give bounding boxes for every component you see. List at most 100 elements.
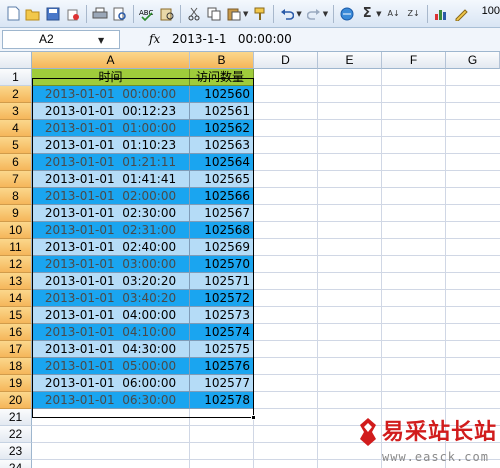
cut-icon[interactable] [185, 5, 203, 23]
time-cell[interactable]: 2013-01-01 01:10:23 [32, 137, 190, 154]
autosum-dropdown[interactable]: ▼ [376, 10, 381, 18]
row-header[interactable]: 5 [0, 137, 32, 154]
column-header-d[interactable]: D [254, 52, 318, 69]
visits-cell[interactable]: 102572 [190, 290, 254, 307]
row-header[interactable]: 12 [0, 256, 32, 273]
visits-cell[interactable]: 102564 [190, 154, 254, 171]
header-cell-visits[interactable]: 访问数量 [190, 69, 254, 86]
format-painter-icon[interactable] [251, 5, 269, 23]
visits-cell[interactable]: 102569 [190, 239, 254, 256]
row-header[interactable]: 23 [0, 443, 32, 460]
worksheet-grid[interactable]: ABDEFG 1 2 3 4 5 6 7 8 9 10 11 12 13 14 15 16 17 18 19 20 21… [0, 52, 500, 468]
row-header[interactable]: 1 [0, 69, 32, 86]
visits-cell[interactable]: 102561 [190, 103, 254, 120]
print-preview-icon[interactable] [111, 5, 129, 23]
hyperlink-icon[interactable] [338, 5, 356, 23]
time-cell[interactable]: 2013-01-01 04:30:00 [32, 341, 190, 358]
chart-wizard-icon[interactable] [432, 5, 450, 23]
visits-cell[interactable]: 102574 [190, 324, 254, 341]
row-header[interactable]: 3 [0, 103, 32, 120]
row-header[interactable]: 9 [0, 205, 32, 222]
new-icon[interactable] [4, 5, 22, 23]
drawing-icon[interactable] [452, 5, 470, 23]
time-cell[interactable]: 2013-01-01 04:00:00 [32, 307, 190, 324]
time-cell[interactable]: 2013-01-01 01:00:00 [32, 120, 190, 137]
time-cell[interactable]: 2013-01-01 04:10:00 [32, 324, 190, 341]
open-icon[interactable] [24, 5, 42, 23]
row-header[interactable]: 24 [0, 460, 32, 468]
visits-cell[interactable]: 102562 [190, 120, 254, 137]
visits-cell[interactable]: 102575 [190, 341, 254, 358]
column-header-f[interactable]: F [382, 52, 446, 69]
time-cell[interactable]: 2013-01-01 03:00:00 [32, 256, 190, 273]
redo-dropdown[interactable]: ▼ [323, 10, 328, 18]
time-cell[interactable]: 2013-01-01 02:00:00 [32, 188, 190, 205]
time-cell[interactable]: 2013-01-01 03:40:20 [32, 290, 190, 307]
visits-cell[interactable]: 102570 [190, 256, 254, 273]
zoom-box[interactable]: 100 [482, 5, 500, 17]
column-header-b[interactable]: B [190, 52, 254, 69]
sort-ascending-icon[interactable]: A↓ [385, 5, 403, 23]
insert-function-icon[interactable]: fx [149, 32, 160, 46]
visits-cell[interactable]: 102566 [190, 188, 254, 205]
row-header[interactable]: 2 [0, 86, 32, 103]
sort-descending-icon[interactable]: Z↓ [405, 5, 423, 23]
row-header[interactable]: 4 [0, 120, 32, 137]
column-header-e[interactable]: E [318, 52, 382, 69]
row-header[interactable]: 22 [0, 426, 32, 443]
visits-cell[interactable]: 102565 [190, 171, 254, 188]
row-header[interactable]: 13 [0, 273, 32, 290]
visits-cell[interactable]: 102577 [190, 375, 254, 392]
research-icon[interactable] [158, 5, 176, 23]
formula-input[interactable]: 2013-1-1 00:00:00 [172, 30, 500, 49]
undo-icon[interactable] [278, 5, 296, 23]
row-header[interactable]: 10 [0, 222, 32, 239]
redo-icon[interactable] [305, 5, 323, 23]
visits-cell[interactable]: 102578 [190, 392, 254, 409]
time-cell[interactable]: 2013-01-01 06:30:00 [32, 392, 190, 409]
row-header[interactable]: 16 [0, 324, 32, 341]
visits-cell[interactable]: 102576 [190, 358, 254, 375]
visits-cell[interactable]: 102571 [190, 273, 254, 290]
visits-cell[interactable]: 102573 [190, 307, 254, 324]
time-cell[interactable]: 2013-01-01 00:00:00 [32, 86, 190, 103]
row-header[interactable]: 21 [0, 409, 32, 426]
column-header-g[interactable]: G [446, 52, 500, 69]
row-header[interactable]: 18 [0, 358, 32, 375]
visits-cell[interactable]: 102567 [190, 205, 254, 222]
name-box-dropdown-icon[interactable]: ▼ [98, 36, 104, 45]
time-cell[interactable]: 2013-01-01 00:12:23 [32, 103, 190, 120]
time-cell[interactable]: 2013-01-01 02:30:00 [32, 205, 190, 222]
column-header-a[interactable]: A [32, 52, 190, 69]
row-header[interactable]: 14 [0, 290, 32, 307]
row-header[interactable]: 15 [0, 307, 32, 324]
paste-options-dropdown[interactable]: ▼ [243, 10, 248, 18]
select-all-corner[interactable] [0, 52, 32, 69]
spelling-icon[interactable]: ABC [138, 5, 156, 23]
save-icon[interactable] [44, 5, 62, 23]
time-cell[interactable]: 2013-01-01 02:31:00 [32, 222, 190, 239]
time-cell[interactable]: 2013-01-01 01:21:11 [32, 154, 190, 171]
autosum-icon[interactable]: Σ [358, 5, 376, 23]
visits-cell[interactable]: 102563 [190, 137, 254, 154]
row-header[interactable]: 7 [0, 171, 32, 188]
row-header[interactable]: 17 [0, 341, 32, 358]
row-header[interactable]: 8 [0, 188, 32, 205]
visits-cell[interactable]: 102560 [190, 86, 254, 103]
time-cell[interactable]: 2013-01-01 02:40:00 [32, 239, 190, 256]
undo-dropdown[interactable]: ▼ [296, 10, 301, 18]
row-header[interactable]: 6 [0, 154, 32, 171]
time-cell[interactable]: 2013-01-01 05:00:00 [32, 358, 190, 375]
permission-icon[interactable] [64, 5, 82, 23]
time-cell[interactable]: 2013-01-01 03:20:20 [32, 273, 190, 290]
header-cell-time[interactable]: 时间 [32, 69, 190, 86]
paste-icon[interactable] [225, 5, 243, 23]
time-cell[interactable]: 2013-01-01 06:00:00 [32, 375, 190, 392]
copy-icon[interactable] [205, 5, 223, 23]
fill-handle[interactable] [251, 415, 256, 420]
row-header[interactable]: 20 [0, 392, 32, 409]
print-icon[interactable] [91, 5, 109, 23]
row-header[interactable]: 19 [0, 375, 32, 392]
row-header[interactable]: 11 [0, 239, 32, 256]
visits-cell[interactable]: 102568 [190, 222, 254, 239]
